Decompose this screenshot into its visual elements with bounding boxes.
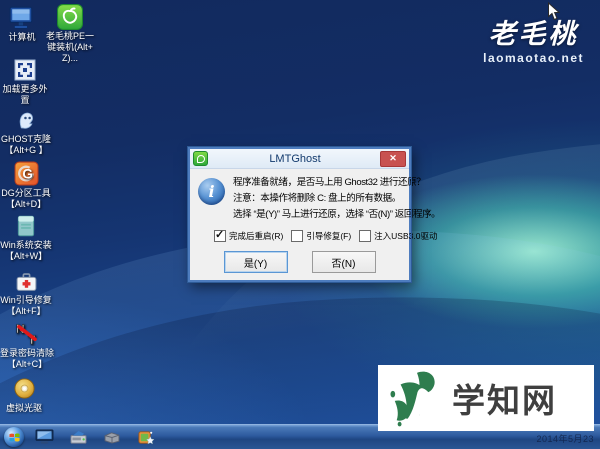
dialog-buttons: 是(Y) 否(N)	[198, 251, 401, 273]
laomaotao-pe-icon	[42, 3, 98, 30]
logo-site: laomaotao.net	[483, 51, 584, 65]
leaf-face-logo-icon	[390, 371, 435, 427]
ghost-clone-icon	[0, 106, 52, 133]
desktop: 老毛桃 laomaotao.net 计算机 老毛桃PE一键装机(Alt+Z)..…	[0, 0, 600, 449]
close-icon[interactable]: ✕	[380, 150, 406, 167]
checkbox-label: 注入USB3.0驱动	[374, 231, 438, 241]
icon-label: 计算机	[8, 32, 36, 42]
win-install-icon	[0, 212, 52, 239]
yes-button[interactable]: 是(Y)	[223, 251, 288, 273]
checkbox-box[interactable]	[291, 230, 304, 242]
desktop-icon-boot-repair[interactable]: Win引导修复【Alt+F】	[0, 267, 52, 317]
virtual-cd-icon	[0, 375, 48, 402]
no-button[interactable]: 否(N)	[311, 251, 376, 273]
taskbar-clock[interactable]: 2014年5月23	[536, 432, 594, 445]
windows-flag-icon	[8, 432, 20, 441]
checkbox-usb3-driver[interactable]: 注入USB3.0驱动	[359, 230, 437, 242]
icon-label: Win系统安装【Alt+W】	[0, 240, 52, 261]
taskbar-box-icon[interactable]	[102, 427, 122, 447]
dialog-message: 程序准备就绪，是否马上用 Ghost32 进行还原？ 注意：本操作将删除 C: …	[233, 175, 441, 223]
lmtghost-app-icon	[193, 151, 208, 166]
icon-label: GHOST克隆【Alt+G 】	[0, 134, 51, 155]
dialog-options: 完成后重启(R) 引导修复(F) 注入USB3.0驱动	[214, 228, 437, 242]
desktop-icon-load-more[interactable]: 加载更多外置	[0, 56, 50, 106]
icon-label: 老毛桃PE一键装机(Alt+Z)...	[45, 31, 94, 63]
message-line: 程序准备就绪，是否马上用 Ghost32 进行还原？	[233, 177, 426, 188]
checkbox-boot-fix[interactable]: 引导修复(F)	[291, 230, 351, 242]
password-clear-icon: NT	[0, 320, 54, 347]
desktop-icon-diskgenius[interactable]: G DG分区工具【Alt+D】	[0, 160, 52, 210]
message-line: 选择 “是(Y)” 马上进行还原，选择 “否(N)” 返回程序。	[233, 209, 441, 220]
desktop-icon-virtual-cd[interactable]: 虚拟光驱	[0, 375, 48, 414]
checkbox-reboot-after[interactable]: 完成后重启(R)	[214, 228, 284, 242]
load-more-icon	[0, 56, 50, 83]
taskbar-computer-icon[interactable]	[34, 427, 54, 447]
watermark-text: 学知网	[452, 382, 557, 419]
laomaotao-logo: 老毛桃 laomaotao.net	[483, 12, 584, 65]
dialog-title: LMTGhost	[269, 152, 321, 165]
boot-repair-icon	[0, 267, 52, 294]
dialog-body: i 程序准备就绪，是否马上用 Ghost32 进行还原？ 注意：本操作将删除 C…	[190, 169, 441, 280]
taskbar-tools-icon[interactable]	[136, 427, 156, 447]
info-icon: i	[198, 178, 225, 205]
taskbar-quicklaunch	[34, 427, 156, 447]
checkbox-box[interactable]	[214, 228, 226, 242]
message-line: 注意：本操作将删除 C: 盘上的所有数据。	[233, 193, 401, 204]
icon-label: 登录密码清除【Alt+C】	[0, 348, 55, 369]
checkbox-label: 引导修复(F)	[306, 231, 352, 241]
desktop-icon-password-clear[interactable]: NT 登录密码清除【Alt+C】	[0, 320, 54, 370]
diskgenius-icon: G	[0, 160, 52, 187]
mouse-cursor	[547, 1, 561, 26]
lmtghost-dialog: LMTGhost ✕ i 程序准备就绪，是否马上用 Ghost32 进行还原？ …	[187, 146, 441, 283]
taskbar-drive-icon[interactable]	[68, 427, 88, 447]
icon-label: 虚拟光驱	[5, 403, 42, 413]
svg-text:G: G	[22, 167, 33, 182]
desktop-icon-ghost-clone[interactable]: GHOST克隆【Alt+G 】	[0, 106, 52, 156]
checkbox-label: 完成后重启(R)	[229, 231, 284, 241]
icon-label: 加载更多外置	[2, 84, 48, 105]
logo-text: 老毛桃	[488, 19, 579, 50]
icon-label: DG分区工具【Alt+D】	[1, 188, 51, 209]
desktop-icon-laomaotao-pe[interactable]: 老毛桃PE一键装机(Alt+Z)...	[42, 3, 98, 64]
computer-icon	[0, 4, 44, 31]
start-button[interactable]	[4, 427, 24, 447]
xuezhiwang-watermark: 学知网	[378, 365, 594, 431]
desktop-icon-computer[interactable]: 计算机	[0, 4, 44, 43]
icon-label: Win引导修复【Alt+F】	[0, 295, 52, 316]
dialog-titlebar[interactable]: LMTGhost ✕	[190, 149, 409, 169]
desktop-icon-win-install[interactable]: Win系统安装【Alt+W】	[0, 212, 52, 262]
checkbox-box[interactable]	[359, 230, 372, 242]
